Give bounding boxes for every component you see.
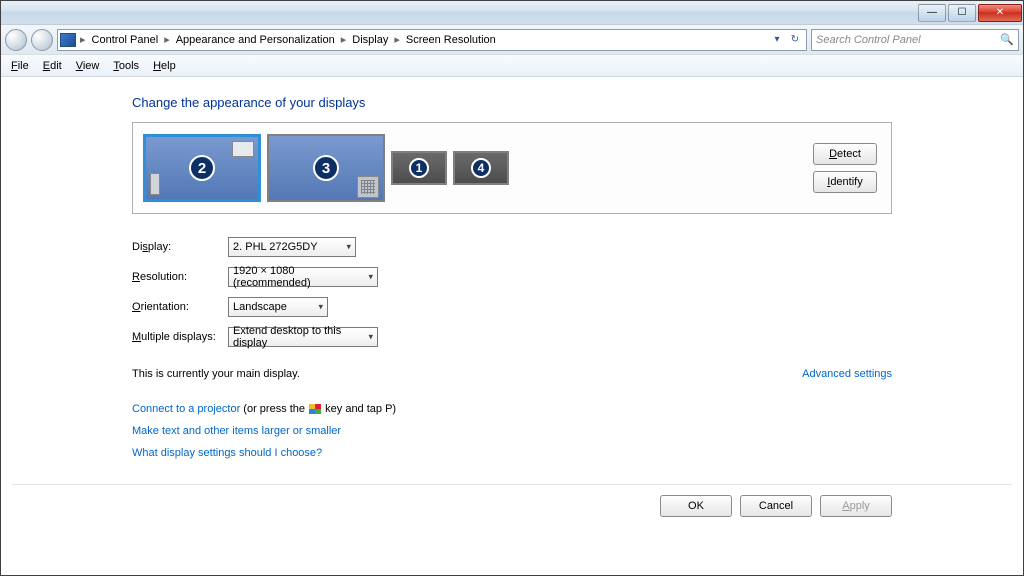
breadcrumb-sep-icon: ▸ xyxy=(162,33,172,46)
menu-file[interactable]: File xyxy=(5,58,35,74)
display-settings-form: Display: 2. PHL 272G5DY Resolution: 1920… xyxy=(132,232,892,352)
monitor-number-badge: 3 xyxy=(313,155,339,181)
close-button[interactable]: ✕ xyxy=(978,4,1022,22)
window-controls: — ☐ ✕ xyxy=(918,4,1023,22)
monitor-number-badge: 2 xyxy=(189,155,215,181)
windows-key-icon xyxy=(309,404,321,414)
monitor-1[interactable]: 1 xyxy=(391,151,447,185)
monitor-4[interactable]: 4 xyxy=(453,151,509,185)
projector-hint-a: (or press the xyxy=(240,403,308,415)
search-placeholder: Search Control Panel xyxy=(816,34,921,46)
screen-resolution-window: — ☐ ✕ ▸ Control Panel ▸ Appearance and P… xyxy=(0,0,1024,576)
taskbar-preview-icon xyxy=(232,141,254,157)
refresh-icon[interactable]: ↻ xyxy=(786,31,804,49)
display-select-value: 2. PHL 272G5DY xyxy=(233,241,318,253)
monitor-2[interactable]: 2 xyxy=(143,134,261,202)
navigation-bar: ▸ Control Panel ▸ Appearance and Persona… xyxy=(1,25,1023,55)
monitor-number-badge: 1 xyxy=(409,158,429,178)
address-tools: ▾ ↻ xyxy=(768,31,804,49)
page-title: Change the appearance of your displays xyxy=(132,95,892,110)
multiple-displays-select-value: Extend desktop to this display xyxy=(233,325,359,349)
resolution-select-value: 1920 × 1080 (recommended) xyxy=(233,265,359,289)
minimize-icon: — xyxy=(927,7,937,18)
search-input[interactable]: Search Control Panel 🔍 xyxy=(811,29,1019,51)
main-display-text: This is currently your main display. xyxy=(132,368,300,380)
orientation-label: Orientation: xyxy=(132,301,228,313)
multiple-displays-select[interactable]: Extend desktop to this display xyxy=(228,327,378,347)
maximize-button[interactable]: ☐ xyxy=(948,4,976,22)
breadcrumb-sep-icon: ▸ xyxy=(392,33,402,46)
taskbar-preview-icon xyxy=(150,173,160,195)
help-links: Connect to a projector (or press the key… xyxy=(132,398,892,464)
content-area: Change the appearance of your displays 2… xyxy=(1,77,1023,575)
detect-identify-group: Detect Identify xyxy=(813,143,883,193)
menu-help[interactable]: Help xyxy=(147,58,182,74)
display-select[interactable]: 2. PHL 272G5DY xyxy=(228,237,356,257)
monitor-3[interactable]: 3 xyxy=(267,134,385,202)
resolution-label: Resolution: xyxy=(132,271,228,283)
breadcrumb-display[interactable]: Display xyxy=(350,34,390,46)
menu-bar: File Edit View Tools Help xyxy=(1,55,1023,77)
advanced-settings-link[interactable]: Advanced settings xyxy=(802,368,892,380)
text-size-link[interactable]: Make text and other items larger or smal… xyxy=(132,425,341,437)
search-icon: 🔍 xyxy=(1000,33,1014,46)
menu-edit[interactable]: Edit xyxy=(37,58,68,74)
cancel-button[interactable]: Cancel xyxy=(740,495,812,517)
display-arrangement-box[interactable]: 2 3 1 4 Detect Identify xyxy=(132,122,892,214)
control-panel-icon xyxy=(60,33,76,47)
back-button[interactable] xyxy=(5,29,27,51)
monitor-number-badge: 4 xyxy=(471,158,491,178)
multiple-displays-label: Multiple displays: xyxy=(132,331,228,343)
orientation-select-value: Landscape xyxy=(233,301,287,313)
apply-button[interactable]: Apply xyxy=(820,495,892,517)
menu-view[interactable]: View xyxy=(70,58,106,74)
breadcrumb-screen-resolution[interactable]: Screen Resolution xyxy=(404,34,498,46)
detect-button[interactable]: Detect xyxy=(813,143,877,165)
taskbar-preview-icon xyxy=(357,176,379,198)
resolution-select[interactable]: 1920 × 1080 (recommended) xyxy=(228,267,378,287)
maximize-icon: ☐ xyxy=(958,7,967,18)
identify-button[interactable]: Identify xyxy=(813,171,877,193)
dialog-buttons: OK Cancel Apply xyxy=(132,485,892,517)
address-dropdown-icon[interactable]: ▾ xyxy=(768,31,786,49)
main-display-row: This is currently your main display. Adv… xyxy=(132,368,892,380)
breadcrumb-sep-icon: ▸ xyxy=(339,33,349,46)
close-icon: ✕ xyxy=(996,7,1004,18)
which-settings-link[interactable]: What display settings should I choose? xyxy=(132,447,322,459)
minimize-button[interactable]: — xyxy=(918,4,946,22)
forward-button[interactable] xyxy=(31,29,53,51)
ok-button[interactable]: OK xyxy=(660,495,732,517)
titlebar: — ☐ ✕ xyxy=(1,1,1023,25)
orientation-select[interactable]: Landscape xyxy=(228,297,328,317)
address-bar[interactable]: ▸ Control Panel ▸ Appearance and Persona… xyxy=(57,29,807,51)
projector-hint-b: key and tap P) xyxy=(322,403,396,415)
breadcrumb-sep-icon: ▸ xyxy=(78,33,88,46)
menu-tools[interactable]: Tools xyxy=(107,58,145,74)
breadcrumb-control-panel[interactable]: Control Panel xyxy=(90,34,161,46)
connect-projector-link[interactable]: Connect to a projector xyxy=(132,403,240,415)
breadcrumb-appearance[interactable]: Appearance and Personalization xyxy=(174,34,337,46)
display-label: Display: xyxy=(132,241,228,253)
